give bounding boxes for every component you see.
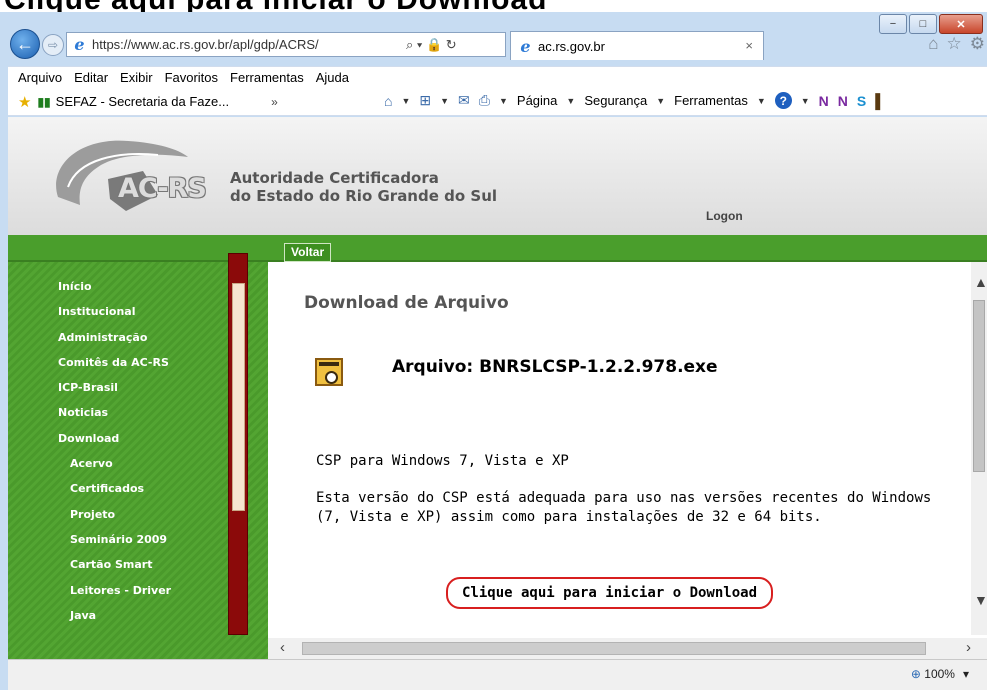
address-bar[interactable]: e https://www.ac.rs.gov.br/apl/gdp/ACRS/… [66, 32, 506, 57]
status-bar: ⊕ 100% ▾ [8, 659, 987, 690]
sefaz-icon: ▮▮ [37, 94, 51, 109]
skype-icon[interactable]: S [857, 93, 866, 109]
zoom-level: ⊕ 100% [911, 667, 955, 681]
sidebar-item-semin-rio-2009[interactable]: Seminário 2009 [58, 527, 171, 552]
sidebar-scrollbar[interactable] [228, 253, 248, 635]
tab-title: ac.rs.gov.br [538, 38, 605, 54]
caption-strip: Clique aqui para iniciar o Download [0, 0, 987, 12]
command-buttons: ⌂ ▼ ⊞ ▼ ✉ ⎙ ▼ Página ▼ Segurança ▼ Ferramenta… [384, 92, 885, 109]
menu-favoritos[interactable]: Favoritos [165, 70, 218, 85]
authority-name: Autoridade Certificadora do Estado do Ri… [230, 169, 497, 205]
file-details-line-2: (7, Vista e XP) assim como para instalaç… [316, 509, 822, 525]
voltar-button[interactable]: Voltar [284, 243, 332, 262]
file-title: Arquivo: BNRSLCSP-1.2.2.978.exe [392, 357, 718, 377]
chevron-down-icon[interactable]: ▼ [566, 96, 575, 106]
sidebar-item-administra-o[interactable]: Administração [58, 325, 171, 350]
address-bar-icons[interactable]: ⌕ ▾ 🔒 ↻ [406, 37, 457, 53]
back-button[interactable]: ← [10, 29, 40, 59]
chevron-down-icon[interactable]: ▼ [440, 96, 449, 106]
menu-pagina[interactable]: Página [517, 93, 557, 108]
sidebar-item-download[interactable]: Download [58, 426, 171, 451]
horizontal-scrollbar[interactable]: ‹ › [268, 638, 987, 659]
executable-file-icon [315, 358, 343, 386]
forward-button[interactable]: ⇨ [42, 34, 64, 56]
extension-icon[interactable]: ▌ [875, 93, 885, 109]
file-description: CSP para Windows 7, Vista e XP [316, 453, 569, 469]
gear-icon[interactable]: ⚙ [970, 34, 985, 54]
address-row: ← ⇨ e https://www.ac.rs.gov.br/apl/gdp/A… [8, 28, 987, 60]
add-favorite-icon[interactable]: ★ [18, 93, 31, 111]
sidebar-menu: Início Institucional Administração Comitês … [58, 274, 171, 628]
page-viewport: AC-RS Autoridade Certificadora do Estado… [8, 117, 987, 659]
magnifier-icon: ⊕ [910, 667, 921, 681]
sidebar-item-institucional[interactable]: Institucional [58, 299, 171, 324]
nav-toolbar [8, 235, 987, 262]
file-details-line-1: Esta versão do CSP está adequada para us… [316, 490, 932, 506]
sidebar-item-leitores-driver[interactable]: Leitores - Driver [58, 578, 171, 603]
sidebar-item-comit-s-da-ac-rs[interactable]: Comitês da AC-RS [58, 350, 171, 375]
zoom-control[interactable]: ⊕ 100% ▾ [911, 667, 969, 681]
sidebar-item-java[interactable]: Java [58, 603, 171, 628]
favorite-sefaz-label: SEFAZ - Secretaria da Faze... [55, 94, 230, 109]
chevron-down-icon[interactable]: ▼ [656, 96, 665, 106]
scroll-left-icon[interactable]: ‹ [280, 639, 285, 656]
scroll-down-icon[interactable]: ▼ [974, 592, 987, 608]
sidebar-item-certificados[interactable]: Certificados [58, 476, 171, 501]
menu-ferramentas-cmd[interactable]: Ferramentas [674, 93, 748, 108]
menu-editar[interactable]: Editar [74, 70, 108, 85]
favorite-sefaz[interactable]: ▮▮ SEFAZ - Secretaria da Faze... [37, 94, 229, 109]
download-link[interactable]: Clique aqui para iniciar o Download [446, 577, 774, 609]
site-header: AC-RS Autoridade Certificadora do Estado… [8, 117, 987, 235]
help-icon[interactable]: ? [774, 92, 792, 109]
home-icon[interactable]: ⌂ [384, 93, 392, 109]
sidebar-scroll-thumb[interactable] [232, 283, 245, 511]
rss-icon[interactable]: ⊞ [419, 92, 431, 109]
home-icon[interactable]: ⌂ [928, 34, 938, 54]
horizontal-scroll-thumb[interactable] [302, 642, 926, 655]
sidebar-item-in-cio[interactable]: Início [58, 274, 171, 299]
zoom-value: 100% [924, 667, 955, 681]
menu-bar: Arquivo Editar Exibir Favoritos Ferramen… [8, 66, 987, 88]
onenote-linked-icon[interactable]: N [838, 93, 848, 109]
favorites-icon[interactable]: ☆ [947, 34, 962, 54]
logo-text: AC-RS [118, 173, 207, 204]
command-bar: ★ ▮▮ SEFAZ - Secretaria da Faze... » ⌂ ▼ … [8, 88, 987, 116]
file-details: Esta versão do CSP está adequada para us… [316, 489, 984, 527]
scroll-right-icon[interactable]: › [966, 639, 971, 656]
tab-ac-rs[interactable]: e ac.rs.gov.br × [510, 31, 764, 60]
caption-text: Clique aqui para iniciar o Download [4, 0, 547, 12]
authority-line-2: do Estado do Rio Grande do Sul [230, 187, 498, 205]
chevron-down-icon[interactable]: ▾ [963, 667, 969, 681]
chevron-down-icon[interactable]: ▼ [801, 96, 810, 106]
sidebar-item-noticias[interactable]: Noticias [58, 400, 171, 425]
page-title: Download de Arquivo [304, 293, 509, 313]
tab-close-icon[interactable]: × [745, 38, 753, 53]
menu-arquivo[interactable]: Arquivo [18, 70, 62, 85]
menu-ferramentas[interactable]: Ferramentas [230, 70, 304, 85]
scroll-up-icon[interactable]: ▲ [974, 274, 987, 290]
sidebar-item-cart-o-smart[interactable]: Cartão Smart [58, 552, 171, 577]
onenote-icon[interactable]: N [819, 93, 829, 109]
favorites-overflow-icon[interactable]: » [271, 95, 278, 109]
sidebar-item-acervo[interactable]: Acervo [58, 451, 171, 476]
print-icon[interactable]: ⎙ [479, 92, 490, 109]
chevron-down-icon[interactable]: ▼ [757, 96, 766, 106]
chevron-down-icon[interactable]: ▼ [499, 96, 508, 106]
ie-icon: e [74, 35, 85, 54]
url-text[interactable]: https://www.ac.rs.gov.br/apl/gdp/ACRS/ [92, 37, 400, 52]
main-content: Download de Arquivo Arquivo: BNRSLCSP-1.… [268, 262, 987, 659]
authority-line-1: Autoridade Certificadora [230, 169, 439, 187]
mail-icon[interactable]: ✉ [458, 92, 470, 109]
vertical-scroll-thumb[interactable] [973, 300, 985, 472]
menu-seguranca[interactable]: Segurança [584, 93, 647, 108]
chevron-down-icon[interactable]: ▼ [401, 96, 410, 106]
vertical-scrollbar[interactable]: ▲ ▼ [971, 262, 987, 635]
menu-ajuda[interactable]: Ajuda [316, 70, 349, 85]
sidebar-item-projeto[interactable]: Projeto [58, 502, 171, 527]
logon-link[interactable]: Logon [706, 209, 743, 223]
browser-right-icons: ⌂ ☆ ⚙ [928, 34, 985, 54]
ie-icon: e [520, 36, 531, 56]
menu-exibir[interactable]: Exibir [120, 70, 153, 85]
sidebar-item-icp-brasil[interactable]: ICP-Brasil [58, 375, 171, 400]
